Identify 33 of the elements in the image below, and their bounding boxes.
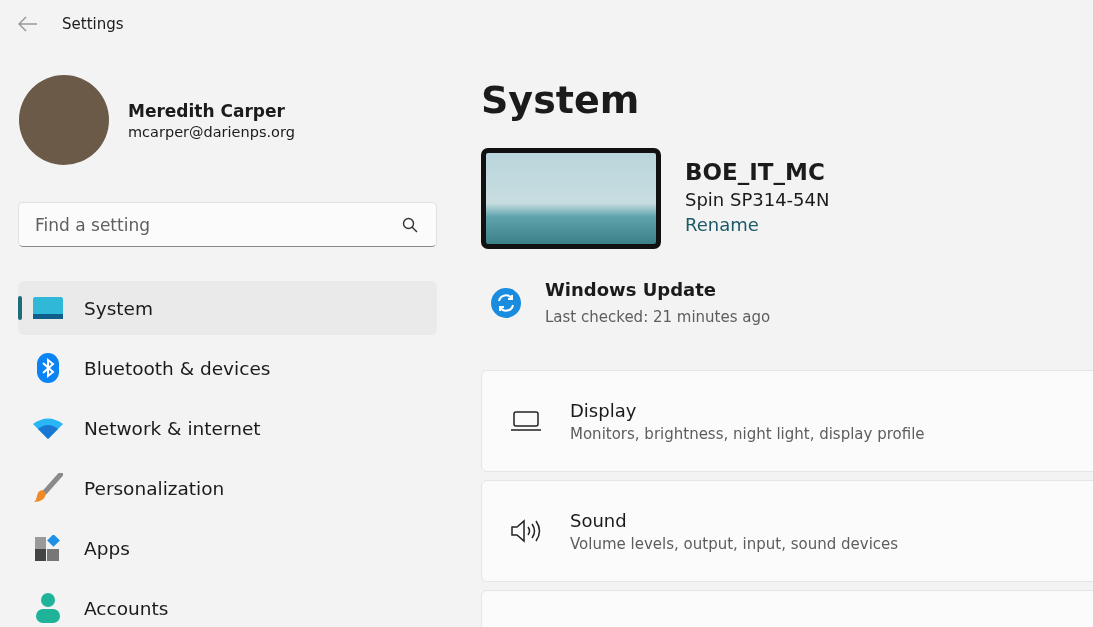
person-icon [36,593,60,623]
sidebar-item[interactable]: Bluetooth & devices [18,341,437,395]
update-status: Last checked: 21 minutes ago [545,308,771,326]
settings-card[interactable]: Display Monitors, brightness, night light, display profile [481,370,1093,472]
back-arrow-icon[interactable] [18,16,38,32]
window-title: Settings [62,15,124,33]
search-field[interactable]: Find a setting [18,202,437,247]
rename-link[interactable]: Rename [685,214,759,235]
user-name: Meredith Carper [128,100,286,121]
sidebar-item[interactable]: Personalization [18,461,437,515]
card-subtitle: Volume levels, output, input, sound devices [570,534,899,553]
apps-icon [35,535,61,561]
sidebar-item[interactable]: Accounts [18,581,437,627]
device-model: Spin SP314-54N [685,189,830,210]
page-title: System [481,77,641,124]
bluetooth-icon [37,353,59,383]
update-title: Windows Update [545,279,718,300]
sidebar-item[interactable]: Network & internet [18,401,437,455]
laptop-icon [511,411,541,431]
search-icon [402,217,418,233]
sidebar-item[interactable]: System [18,281,437,335]
sidebar-item[interactable]: Apps [18,521,437,575]
card-subtitle: Monitors, brightness, night light, display profile [570,424,925,443]
wifi-icon [33,417,63,439]
speaker-icon [511,519,541,543]
user-email: mcarper@darienps.org [128,123,295,140]
sync-icon [491,287,521,318]
paintbrush-icon [33,473,63,503]
settings-card[interactable]: Sound Volume levels, output, input, sound devices [481,480,1093,582]
card-title: Display [570,399,638,421]
device-name: BOE_IT_MC [685,159,826,185]
monitor-icon [33,297,63,319]
card-title: Sound [570,509,628,531]
